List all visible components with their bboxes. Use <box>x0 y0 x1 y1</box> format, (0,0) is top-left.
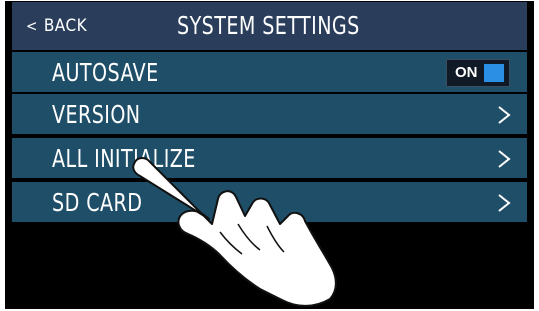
menu-item-sd-card[interactable]: SD CARD <box>12 182 527 222</box>
menu-item-autosave[interactable]: AUTOSAVE ON <box>12 52 527 92</box>
menu-item-version[interactable]: VERSION <box>12 94 527 134</box>
chevron-right-icon <box>498 194 511 212</box>
chevron-left-icon: < <box>26 17 38 35</box>
back-button[interactable]: < BACK <box>26 14 87 38</box>
page-title: SYSTEM SETTINGS <box>177 11 360 40</box>
menu-item-label: ALL INITIALIZE <box>52 144 196 173</box>
toggle-state-label: ON <box>455 64 478 81</box>
menu-item-label: VERSION <box>52 100 141 129</box>
back-label: BACK <box>43 16 88 36</box>
chevron-right-icon <box>498 150 511 168</box>
device-screen: < BACK SYSTEM SETTINGS AUTOSAVE ON VERSI… <box>12 2 527 307</box>
header-bar: < BACK SYSTEM SETTINGS <box>12 2 527 50</box>
autosave-toggle[interactable]: ON <box>446 59 510 87</box>
device-frame: < BACK SYSTEM SETTINGS AUTOSAVE ON VERSI… <box>5 1 534 309</box>
menu-item-label: SD CARD <box>52 188 143 217</box>
menu-item-all-initialize[interactable]: ALL INITIALIZE <box>12 138 527 178</box>
toggle-knob <box>484 64 504 82</box>
menu-item-label: AUTOSAVE <box>52 58 159 87</box>
chevron-right-icon <box>498 106 511 124</box>
